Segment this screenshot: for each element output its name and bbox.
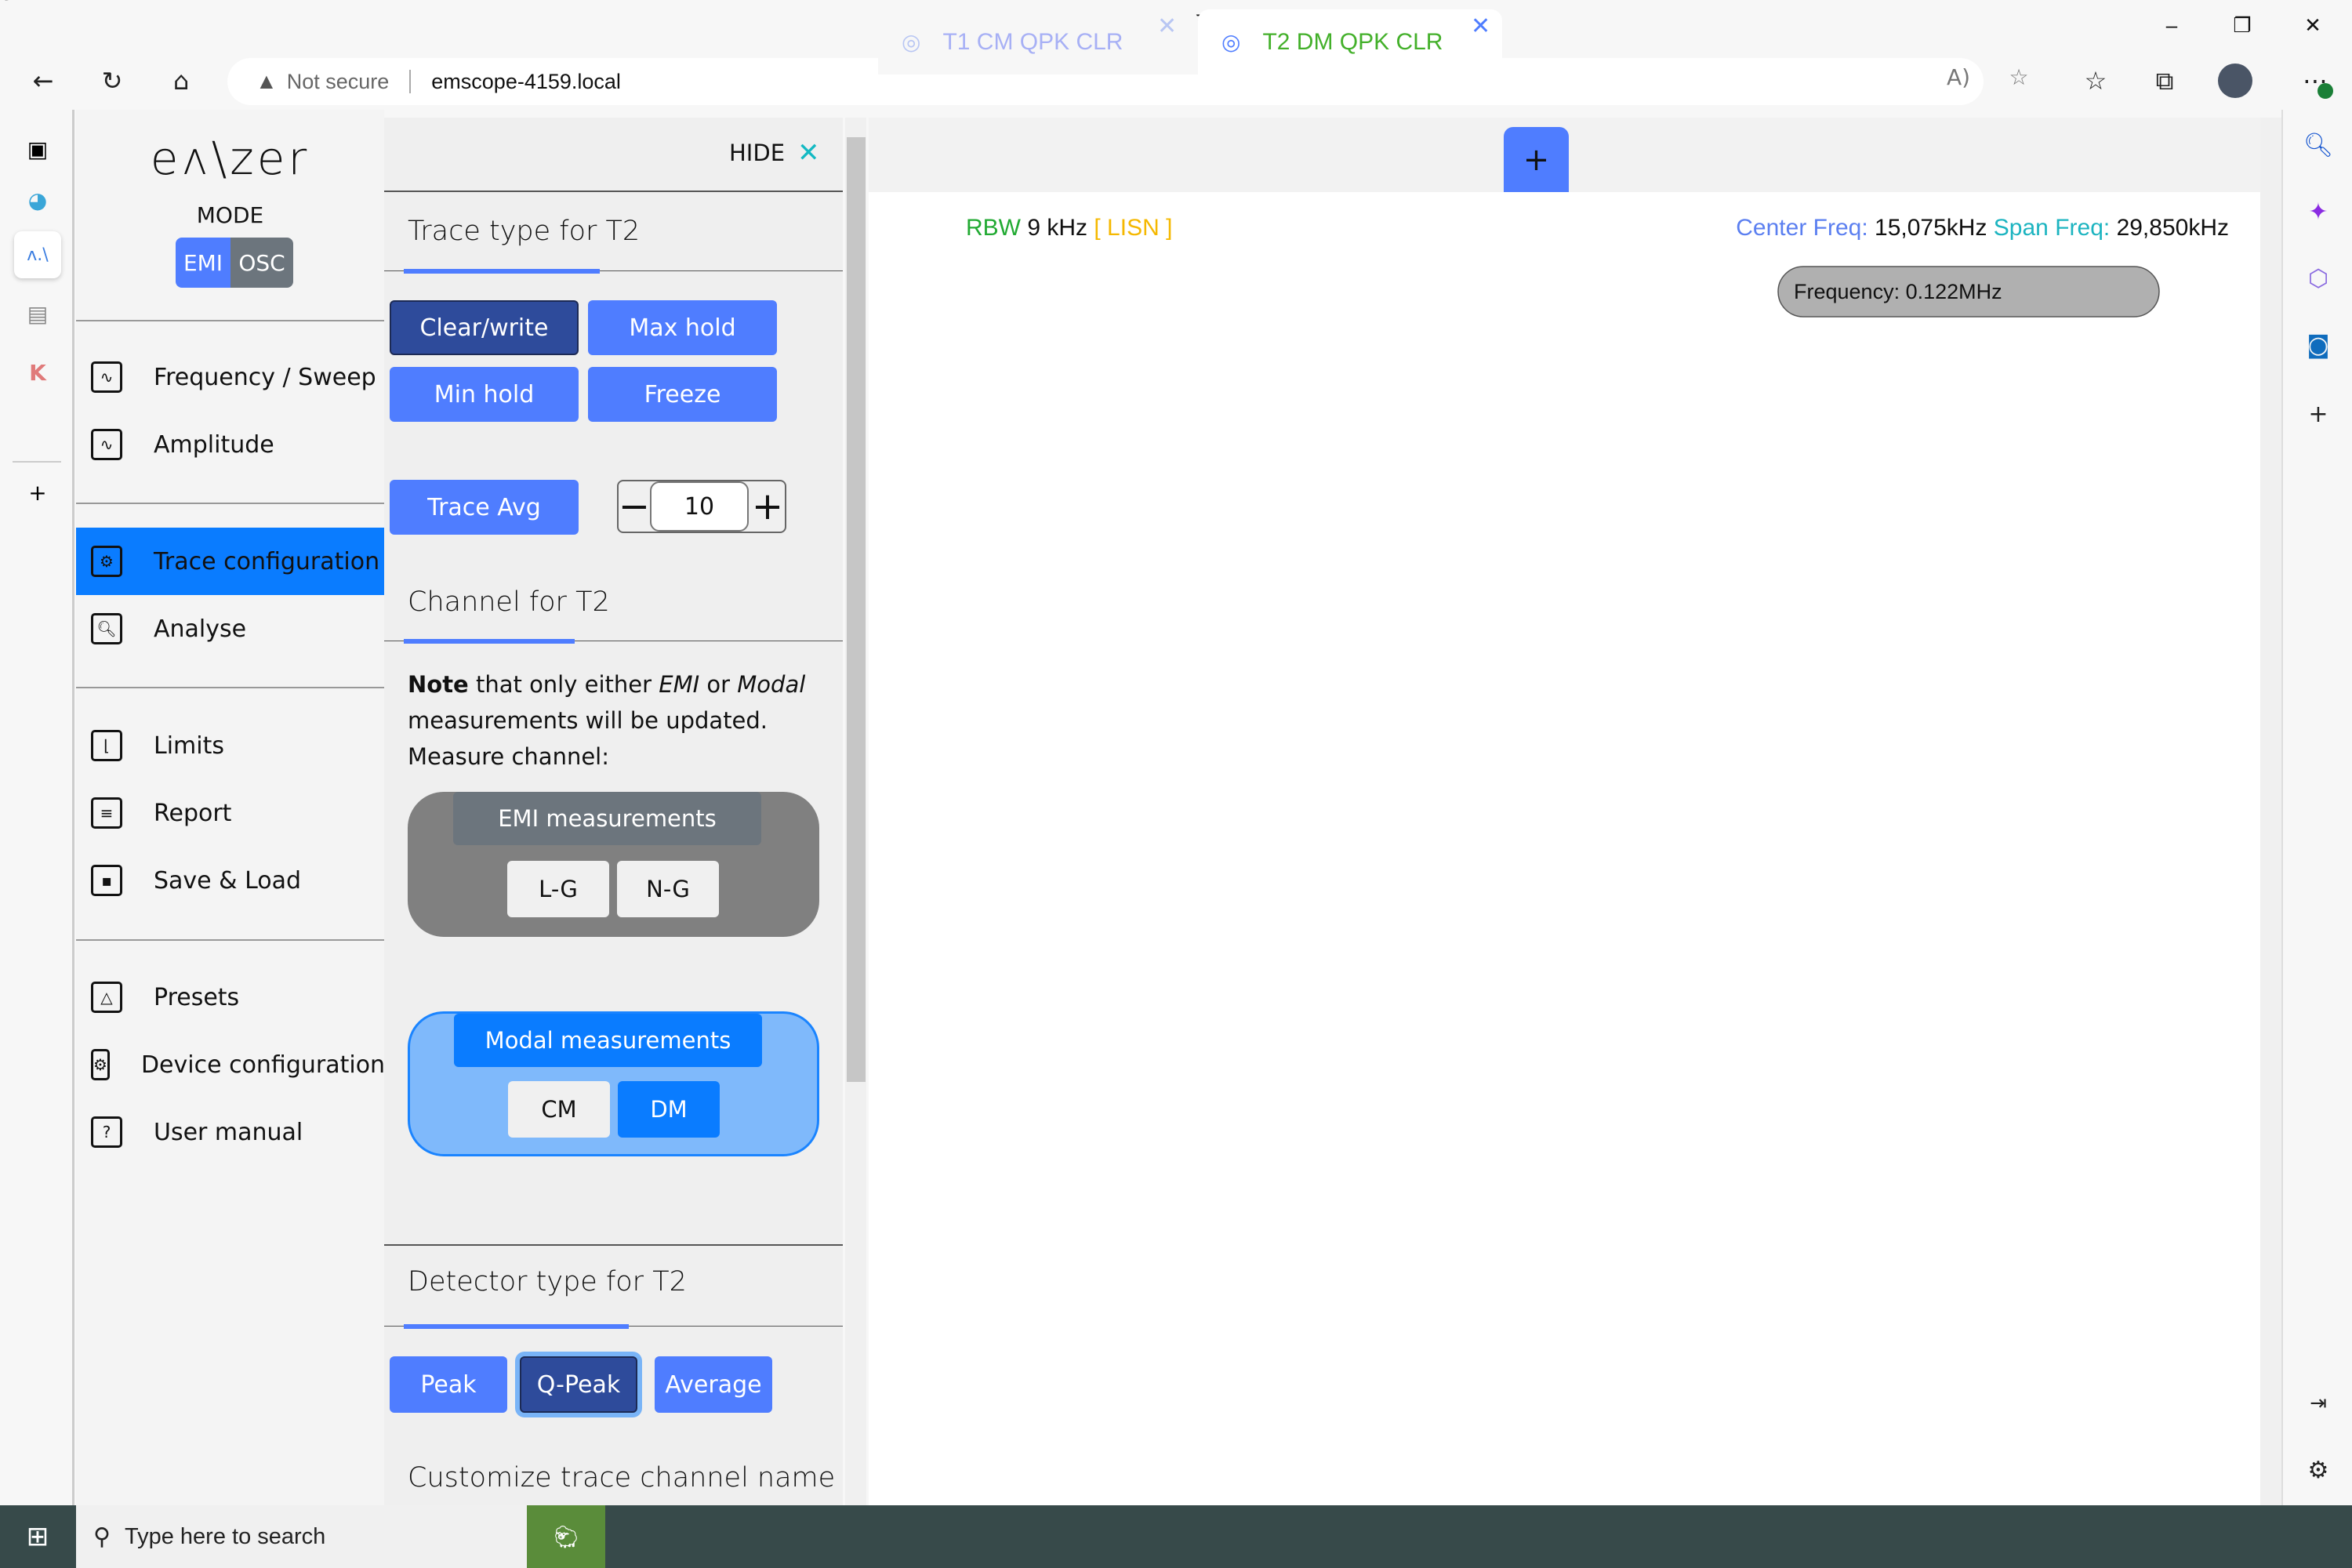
windows-taskbar: ⊞ ⚲ Type here to search 🐑︎	[0, 1505, 2352, 1568]
x-axis-label: Hz	[0, 0, 17, 6]
search-icon: ⚲	[93, 1523, 111, 1550]
windows-logo-icon: ⊞	[26, 1521, 49, 1552]
taskbar-search[interactable]: ⚲ Type here to search	[76, 1505, 527, 1568]
emi-spectrum-chart[interactable]: dBuV Hz Frequency: 0.122MHz	[0, 0, 2352, 1568]
tooltip-text: Frequency: 0.122MHz	[1794, 280, 2002, 303]
start-button[interactable]: ⊞	[0, 1505, 75, 1568]
frequency-tooltip: Frequency: 0.122MHz	[1777, 266, 2160, 318]
